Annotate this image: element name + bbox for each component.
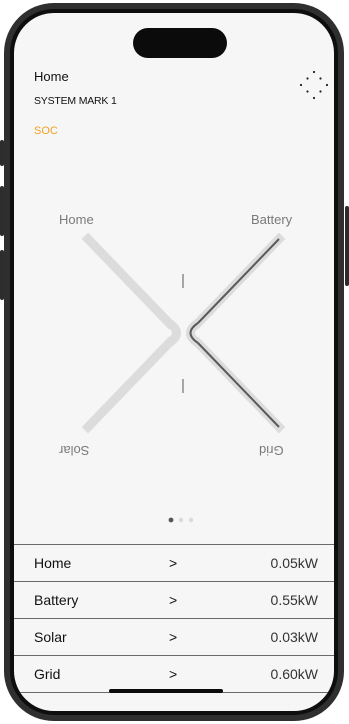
flow-lines bbox=[81, 232, 286, 434]
row-value: 0.03kW bbox=[270, 629, 318, 645]
home-indicator[interactable] bbox=[109, 689, 223, 693]
page-title: Home bbox=[34, 69, 69, 84]
grid-flow-active bbox=[197, 342, 280, 428]
soc-link[interactable]: SOC bbox=[34, 125, 58, 137]
energy-flow-diagram: Home Battery Solar Grid bbox=[14, 198, 334, 468]
chevron-right-icon: > bbox=[169, 555, 178, 571]
page-dot-2 bbox=[178, 517, 184, 523]
row-name: Battery bbox=[34, 592, 79, 608]
row-name: Grid bbox=[34, 666, 61, 682]
table-row[interactable]: Battery > 0.55kW bbox=[14, 581, 334, 618]
menu-dots-icon[interactable] bbox=[294, 65, 334, 105]
row-name: Home bbox=[34, 555, 72, 571]
screen: Home SYSTEM MARK 1 SOC Home Battery Sola… bbox=[14, 13, 334, 711]
battery-flow-active bbox=[197, 238, 280, 324]
chevron-right-icon: > bbox=[169, 592, 178, 608]
solar-flow-line bbox=[81, 336, 176, 434]
row-value: 0.60kW bbox=[270, 666, 318, 682]
table-row[interactable]: Home > 0.05kW bbox=[14, 544, 334, 581]
row-value: 0.55kW bbox=[270, 592, 318, 608]
row-value: 0.05kW bbox=[270, 555, 318, 571]
row-name: Solar bbox=[34, 629, 67, 645]
power-button bbox=[345, 206, 349, 286]
page-indicator[interactable] bbox=[161, 516, 201, 524]
left-junction-curve bbox=[166, 319, 181, 347]
table-row[interactable]: Grid > 0.60kW bbox=[14, 655, 334, 693]
phone-frame: Home SYSTEM MARK 1 SOC Home Battery Sola… bbox=[4, 3, 344, 721]
table-row[interactable]: Solar > 0.03kW bbox=[14, 618, 334, 655]
home-flow-line bbox=[81, 232, 176, 330]
chevron-right-icon: > bbox=[169, 666, 178, 682]
page-dot-1 bbox=[168, 517, 174, 523]
phone-bezel: Home SYSTEM MARK 1 SOC Home Battery Sola… bbox=[10, 9, 338, 715]
dynamic-island bbox=[133, 28, 227, 58]
system-name: SYSTEM MARK 1 bbox=[34, 95, 117, 107]
chevron-right-icon: > bbox=[169, 629, 178, 645]
page-dot-3 bbox=[188, 517, 194, 523]
power-table: Home > 0.05kW Battery > 0.55kW Solar > 0… bbox=[14, 544, 334, 693]
